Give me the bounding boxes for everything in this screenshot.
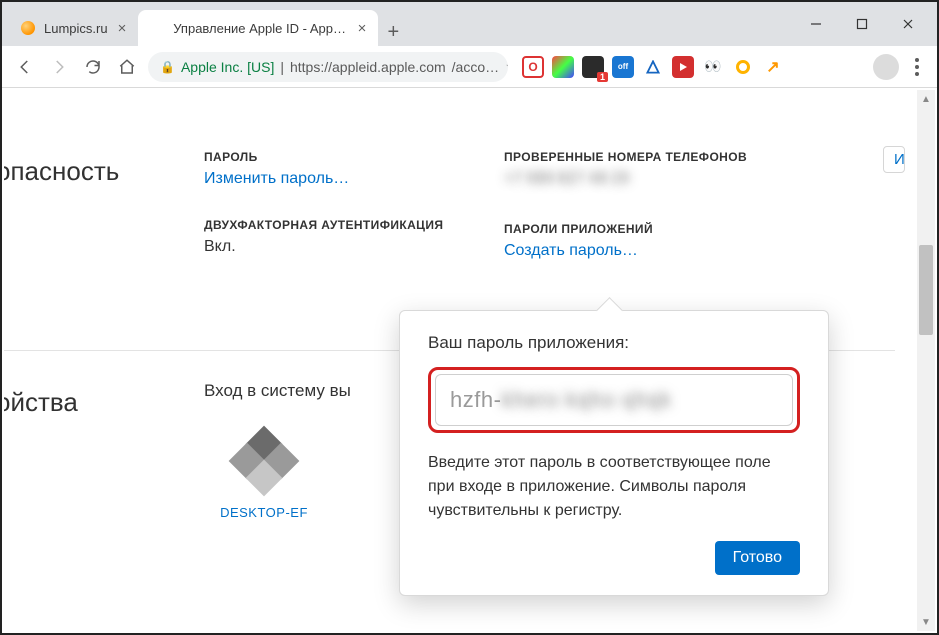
app-password-visible: hzfh- — [450, 387, 501, 412]
device-name: DESKTOP-EF — [204, 505, 324, 520]
twofa-value: Вкл. — [204, 238, 504, 256]
done-button[interactable]: Готово — [715, 541, 800, 575]
page-viewport: опасность ПАРОЛЬ Изменить пароль… ДВУХФА… — [4, 90, 935, 631]
favicon-orange-icon — [20, 20, 36, 36]
favicon-apple-icon — [150, 20, 165, 36]
address-url-host: https://appleid.apple.com — [290, 59, 446, 75]
section-heading-security: опасность — [4, 156, 204, 187]
change-password-link[interactable]: Изменить пароль… — [204, 170, 504, 188]
scroll-down-icon[interactable]: ▼ — [917, 613, 935, 631]
minimize-button[interactable] — [793, 9, 839, 39]
extensions-row: O 1 off 👀 ↗ — [522, 56, 784, 78]
ring-ext-icon[interactable] — [732, 56, 754, 78]
home-button[interactable] — [114, 54, 140, 80]
scroll-up-icon[interactable]: ▲ — [917, 90, 935, 108]
create-app-password-link[interactable]: Создать пароль… — [504, 242, 895, 260]
address-bar[interactable]: 🔒 Apple Inc. [US] | https://appleid.appl… — [148, 52, 508, 82]
tab-label: Управление Apple ID - Apple (R — [173, 21, 347, 36]
popover-title: Ваш пароль приложения: — [428, 333, 800, 353]
lock-icon: 🔒 — [160, 60, 175, 74]
color-ext-icon[interactable] — [552, 56, 574, 78]
windows-logo-icon — [234, 431, 294, 491]
profile-avatar[interactable] — [873, 54, 899, 80]
app-password-field-highlight: hzfh-khero kqho qhqk — [428, 367, 800, 433]
off-ext-icon[interactable]: off — [612, 56, 634, 78]
trusted-numbers-label: ПРОВЕРЕННЫЕ НОМЕРА ТЕЛЕФОНОВ — [504, 150, 895, 164]
triangle-ext-icon[interactable] — [642, 56, 664, 78]
bookmark-star-icon[interactable]: ☆ — [505, 57, 508, 77]
browser-menu-button[interactable] — [907, 58, 927, 76]
close-window-button[interactable] — [885, 9, 931, 39]
tab-lumpics[interactable]: Lumpics.ru × — [8, 10, 138, 46]
play-ext-icon[interactable] — [672, 56, 694, 78]
device-card[interactable]: DESKTOP-EF — [204, 431, 324, 520]
close-icon[interactable]: × — [358, 20, 367, 37]
vertical-scrollbar[interactable]: ▲ ▼ — [917, 90, 935, 631]
window-controls — [787, 2, 937, 46]
address-origin: Apple Inc. [US] — [181, 59, 274, 75]
reload-button[interactable] — [80, 54, 106, 80]
close-icon[interactable]: × — [118, 20, 127, 37]
twofa-label: ДВУХФАКТОРНАЯ АУТЕНТИФИКАЦИЯ — [204, 218, 504, 232]
opera-ext-icon[interactable]: O — [522, 56, 544, 78]
section-heading-devices: ойства — [4, 387, 204, 418]
tab-appleid[interactable]: Управление Apple ID - Apple (R × — [138, 10, 378, 46]
eyes-ext-icon[interactable]: 👀 — [702, 56, 724, 78]
app-password-hidden: khero kqho qhqk — [501, 387, 671, 412]
forward-button[interactable] — [46, 54, 72, 80]
edit-button[interactable]: И — [883, 146, 905, 173]
trusted-number: +7 999 827 48 29 — [504, 170, 895, 188]
app-passwords-label: ПАРОЛИ ПРИЛОЖЕНИЙ — [504, 222, 895, 236]
password-label: ПАРОЛЬ — [204, 150, 504, 164]
app-password-popover: Ваш пароль приложения: hzfh-khero kqho q… — [399, 310, 829, 596]
address-url-path: /acco… — [452, 59, 499, 75]
window-titlebar: Lumpics.ru × Управление Apple ID - Apple… — [2, 2, 937, 46]
scroll-thumb[interactable] — [919, 245, 933, 335]
adblock-ext-icon[interactable]: 1 — [582, 56, 604, 78]
back-button[interactable] — [12, 54, 38, 80]
new-tab-button[interactable]: + — [378, 21, 408, 46]
fox-ext-icon[interactable]: ↗ — [762, 56, 784, 78]
browser-toolbar: 🔒 Apple Inc. [US] | https://appleid.appl… — [2, 46, 937, 88]
maximize-button[interactable] — [839, 9, 885, 39]
popover-help-text: Введите этот пароль в соответствующее по… — [428, 451, 800, 523]
tab-label: Lumpics.ru — [44, 21, 108, 36]
tab-strip: Lumpics.ru × Управление Apple ID - Apple… — [2, 2, 787, 46]
app-password-field[interactable]: hzfh-khero kqho qhqk — [435, 374, 793, 426]
